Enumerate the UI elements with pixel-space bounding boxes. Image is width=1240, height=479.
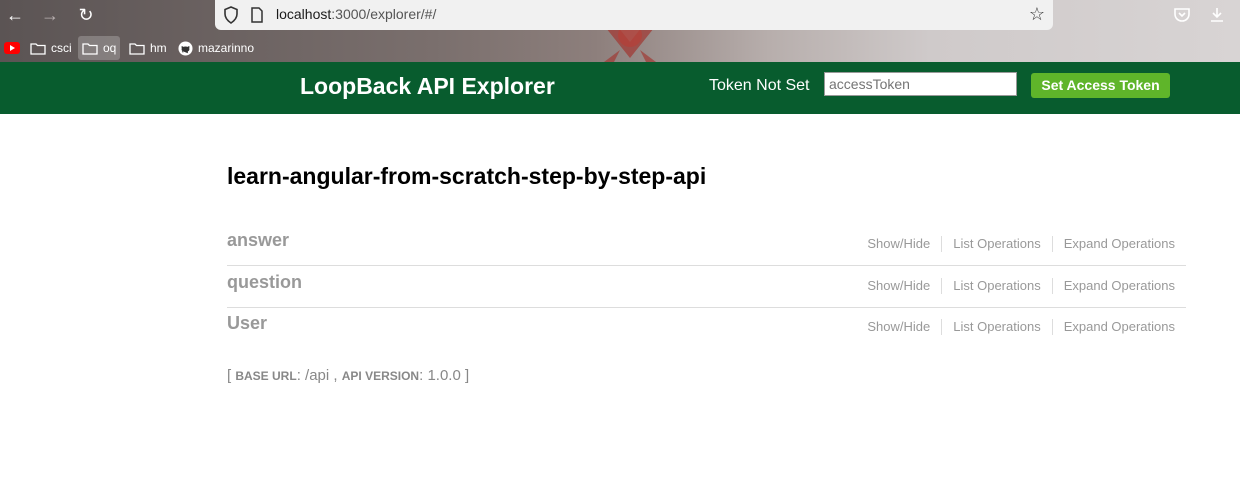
set-access-token-button[interactable]: Set Access Token (1031, 73, 1170, 98)
shield-icon[interactable] (223, 6, 239, 24)
list-operations-link[interactable]: List Operations (941, 278, 1051, 294)
bookmark-mazarinno[interactable]: mazarinno (174, 36, 258, 60)
base-url-value: /api (305, 367, 330, 384)
app-title[interactable]: LoopBack API Explorer (300, 73, 555, 100)
bookmark-hm[interactable]: hm (125, 36, 171, 60)
resource-user: User Show/Hide List Operations Expand Op… (227, 307, 1186, 348)
resource-name[interactable]: answer (227, 230, 289, 251)
bookmark-label: oq (103, 41, 117, 55)
folder-icon (82, 42, 98, 55)
bracket-close: ] (464, 367, 470, 384)
bookmark-label: hm (150, 41, 167, 55)
forward-arrow-icon[interactable]: → (39, 4, 61, 26)
folder-icon (30, 42, 46, 55)
back-arrow-icon[interactable]: ← (4, 4, 26, 26)
url-bar[interactable]: localhost:3000/explorer/#/ ☆ (215, 0, 1053, 30)
bookmarks-bar: csci oq hm mazarinno (0, 36, 1240, 60)
resource-name[interactable]: User (227, 313, 267, 334)
separator: , (333, 367, 338, 384)
show-hide-link[interactable]: Show/Hide (856, 236, 941, 252)
star-icon[interactable]: ☆ (1029, 4, 1045, 24)
youtube-icon (4, 42, 20, 54)
base-url-label: BASE URL (235, 369, 297, 383)
api-title: learn-angular-from-scratch-step-by-step-… (227, 163, 707, 189)
resource-ops: Show/Hide List Operations Expand Operati… (856, 236, 1186, 252)
base-info: [ BASE URL: /api , API VERSION: 1.0.0 ] (227, 367, 470, 384)
list-operations-link[interactable]: List Operations (941, 319, 1051, 335)
pocket-icon[interactable] (1173, 6, 1191, 24)
api-version-label: API VERSION (341, 369, 420, 383)
token-status: Token Not Set (709, 77, 810, 94)
access-token-input[interactable] (824, 72, 1017, 96)
bookmark-youtube[interactable] (0, 36, 24, 60)
resource-question: question Show/Hide List Operations Expan… (227, 266, 1186, 308)
resource-name[interactable]: question (227, 272, 302, 293)
url-text[interactable]: localhost:3000/explorer/#/ (276, 6, 436, 22)
list-operations-link[interactable]: List Operations (941, 236, 1051, 252)
expand-operations-link[interactable]: Expand Operations (1051, 319, 1186, 335)
reload-icon[interactable]: ↻ (75, 4, 97, 26)
resource-answer: answer Show/Hide List Operations Expand … (227, 224, 1186, 266)
page-icon[interactable] (250, 7, 264, 23)
expand-operations-link[interactable]: Expand Operations (1051, 236, 1186, 252)
download-icon[interactable] (1208, 6, 1226, 24)
api-version-value: 1.0.0 (427, 367, 461, 384)
resource-ops: Show/Hide List Operations Expand Operati… (856, 278, 1186, 294)
github-icon (178, 40, 193, 56)
resource-ops: Show/Hide List Operations Expand Operati… (856, 319, 1186, 335)
folder-icon (129, 42, 145, 55)
show-hide-link[interactable]: Show/Hide (856, 278, 941, 294)
bookmark-csci[interactable]: csci (26, 36, 76, 60)
bookmark-oq[interactable]: oq (78, 36, 121, 60)
bookmark-label: csci (51, 41, 72, 55)
bracket-open: [ (227, 367, 232, 384)
expand-operations-link[interactable]: Expand Operations (1051, 278, 1186, 294)
show-hide-link[interactable]: Show/Hide (856, 319, 941, 335)
browser-toolbar: ← → ↻ localhost:3000/explorer/#/ ☆ csci … (0, 0, 1240, 62)
bookmark-label: mazarinno (198, 41, 255, 55)
app-header: LoopBack API Explorer Token Not Set Set … (0, 62, 1240, 114)
